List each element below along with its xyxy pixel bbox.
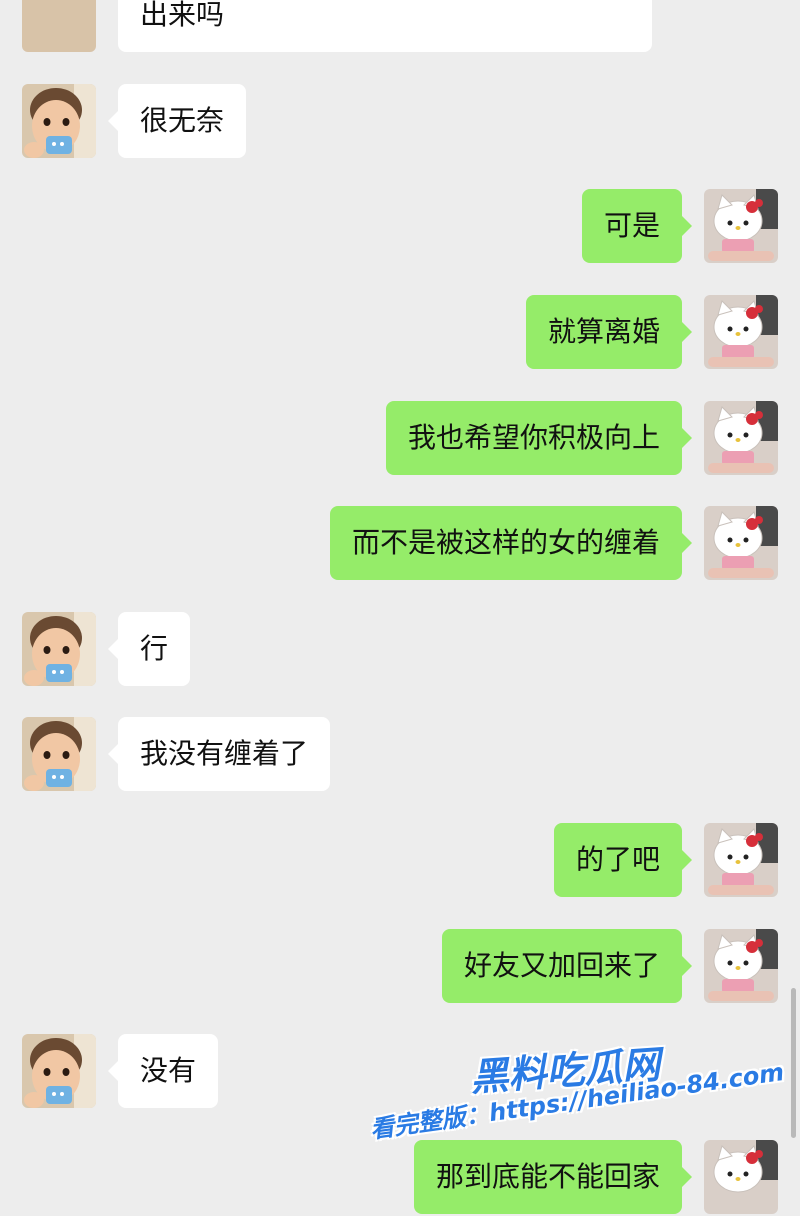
incoming-message-bubble[interactable]: 很无奈 (107, 84, 247, 158)
baby-avatar-icon (22, 0, 96, 52)
hello-kitty-avatar-icon (704, 189, 778, 263)
contact-avatar[interactable] (22, 0, 96, 52)
outgoing-message-bubble[interactable]: 可是 (581, 189, 693, 263)
message-row: 没有 (0, 1034, 800, 1110)
baby-avatar-icon (22, 717, 96, 791)
contact-avatar[interactable] (22, 717, 96, 791)
hello-kitty-avatar-icon (704, 506, 778, 580)
message-row: 很无奈 (0, 84, 800, 160)
outgoing-message-bubble[interactable]: 就算离婚 (525, 295, 693, 369)
outgoing-message-bubble[interactable]: 那到底能不能回家 (413, 1140, 693, 1214)
outgoing-message-bubble[interactable]: 而不是被这样的女的缠着 (329, 506, 693, 580)
my-avatar[interactable] (704, 823, 778, 897)
outgoing-message-bubble[interactable]: 我也希望你积极向上 (385, 401, 693, 475)
my-avatar[interactable] (704, 506, 778, 580)
my-avatar[interactable] (704, 1140, 778, 1214)
message-row: 出来吗 (0, 0, 800, 54)
message-row: 就算离婚 (0, 295, 800, 371)
hello-kitty-avatar-icon (704, 1140, 778, 1214)
baby-avatar-icon (22, 1034, 96, 1108)
hello-kitty-avatar-icon (704, 823, 778, 897)
chat-message-list[interactable]: 出来吗 很无奈 可是 就算离婚 我也希望你积极向上 而不是被这样的女的缠着 行 … (0, 0, 800, 1214)
incoming-message-bubble[interactable]: 出来吗 (118, 0, 652, 52)
incoming-message-bubble[interactable]: 我没有缠着了 (107, 717, 331, 791)
my-avatar[interactable] (704, 295, 778, 369)
my-avatar[interactable] (704, 401, 778, 475)
contact-avatar[interactable] (22, 84, 96, 158)
my-avatar[interactable] (704, 189, 778, 263)
outgoing-message-bubble[interactable]: 好友又加回来了 (441, 929, 693, 1003)
baby-avatar-icon (22, 84, 96, 158)
contact-avatar[interactable] (22, 1034, 96, 1108)
hello-kitty-avatar-icon (704, 295, 778, 369)
message-row: 的了吧 (0, 823, 800, 899)
hello-kitty-avatar-icon (704, 929, 778, 1003)
message-row: 那到底能不能回家 (0, 1140, 800, 1216)
message-row: 而不是被这样的女的缠着 (0, 506, 800, 582)
my-avatar[interactable] (704, 929, 778, 1003)
chat-scrollbar[interactable] (791, 988, 796, 1138)
message-row: 我没有缠着了 (0, 717, 800, 793)
message-row: 好友又加回来了 (0, 929, 800, 1005)
message-row: 我也希望你积极向上 (0, 401, 800, 477)
contact-avatar[interactable] (22, 612, 96, 686)
incoming-message-bubble[interactable]: 没有 (107, 1034, 219, 1108)
hello-kitty-avatar-icon (704, 401, 778, 475)
message-row: 可是 (0, 189, 800, 265)
incoming-message-bubble[interactable]: 行 (107, 612, 191, 686)
outgoing-message-bubble[interactable]: 的了吧 (553, 823, 693, 897)
message-row: 行 (0, 612, 800, 688)
baby-avatar-icon (22, 612, 96, 686)
